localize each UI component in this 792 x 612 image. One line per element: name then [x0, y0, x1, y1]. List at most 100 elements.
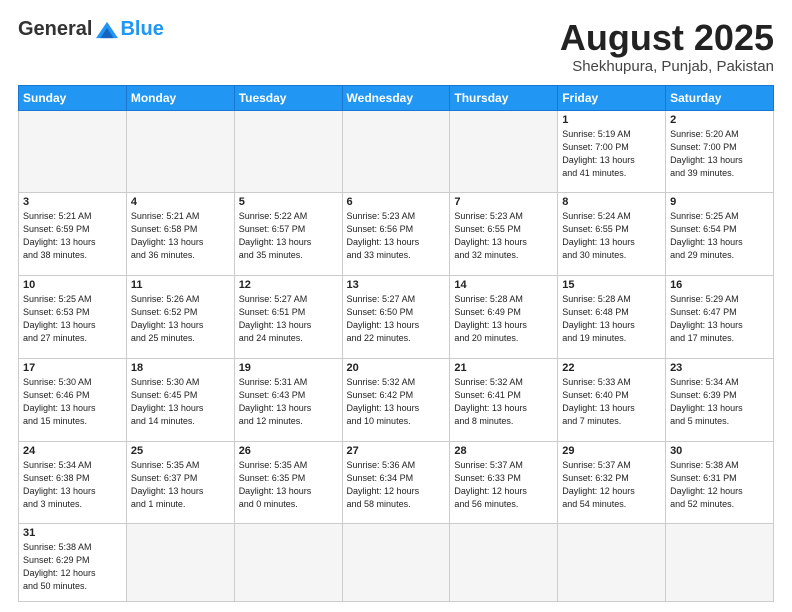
day-info: Sunrise: 5:28 AM Sunset: 6:49 PM Dayligh…: [454, 293, 553, 345]
logo: General Blue: [18, 18, 164, 41]
calendar-cell: 28 Sunrise: 5:37 AM Sunset: 6:33 PM Dayli…: [450, 441, 558, 524]
day-number: 25: [131, 445, 230, 457]
day-number: 27: [347, 445, 446, 457]
day-number: 29: [562, 445, 661, 457]
day-number: 1: [562, 114, 661, 126]
calendar-cell: 16Sunrise: 5:29 AM Sunset: 6:47 PM Dayli…: [666, 276, 774, 359]
calendar-cell: 14 Sunrise: 5:28 AM Sunset: 6:49 PM Dayli…: [450, 276, 558, 359]
day-info: Sunrise: 5:36 AM Sunset: 6:34 PM Dayligh…: [347, 459, 446, 511]
logo-blue: Blue: [120, 18, 163, 41]
day-number: 30: [670, 445, 769, 457]
calendar-cell: [450, 110, 558, 193]
calendar-cell: 22 Sunrise: 5:33 AM Sunset: 6:40 PM Dayli…: [558, 358, 666, 441]
day-number: 15: [562, 279, 661, 291]
day-info: Sunrise: 5:32 AM Sunset: 6:41 PM Dayligh…: [454, 376, 553, 428]
calendar-cell: 4 Sunrise: 5:21 AM Sunset: 6:58 PM Daylig…: [126, 193, 234, 276]
day-info: Sunrise: 5:37 AM Sunset: 6:32 PM Dayligh…: [562, 459, 661, 511]
calendar-weekday-thursday: Thursday: [450, 85, 558, 110]
calendar-cell: 24Sunrise: 5:34 AM Sunset: 6:38 PM Dayli…: [19, 441, 127, 524]
calendar-weekday-sunday: Sunday: [19, 85, 127, 110]
day-number: 11: [131, 279, 230, 291]
calendar-cell: 15 Sunrise: 5:28 AM Sunset: 6:48 PM Dayli…: [558, 276, 666, 359]
calendar-cell: [342, 110, 450, 193]
day-number: 22: [562, 362, 661, 374]
day-number: 20: [347, 362, 446, 374]
day-number: 24: [23, 445, 122, 457]
page: General Blue August 2025 Shekhupura, Pun…: [0, 0, 792, 612]
calendar-cell: 19 Sunrise: 5:31 AM Sunset: 6:43 PM Dayli…: [234, 358, 342, 441]
calendar-cell: [450, 524, 558, 602]
calendar-cell: [19, 110, 127, 193]
day-number: 21: [454, 362, 553, 374]
calendar-cell: [342, 524, 450, 602]
calendar-cell: 3Sunrise: 5:21 AM Sunset: 6:59 PM Daylig…: [19, 193, 127, 276]
day-number: 14: [454, 279, 553, 291]
logo-general: General: [18, 18, 92, 41]
calendar-week-row: 10 Sunrise: 5:25 AM Sunset: 6:53 PM Dayli…: [19, 276, 774, 359]
day-info: Sunrise: 5:37 AM Sunset: 6:33 PM Dayligh…: [454, 459, 553, 511]
day-info: Sunrise: 5:25 AM Sunset: 6:53 PM Dayligh…: [23, 293, 122, 345]
day-info: Sunrise: 5:27 AM Sunset: 6:50 PM Dayligh…: [347, 293, 446, 345]
day-info: Sunrise: 5:33 AM Sunset: 6:40 PM Dayligh…: [562, 376, 661, 428]
day-number: 19: [239, 362, 338, 374]
calendar-cell: 30Sunrise: 5:38 AM Sunset: 6:31 PM Dayli…: [666, 441, 774, 524]
location: Shekhupura, Punjab, Pakistan: [560, 58, 774, 75]
day-number: 10: [23, 279, 122, 291]
day-number: 26: [239, 445, 338, 457]
day-number: 31: [23, 527, 122, 539]
day-info: Sunrise: 5:28 AM Sunset: 6:48 PM Dayligh…: [562, 293, 661, 345]
header: General Blue August 2025 Shekhupura, Pun…: [18, 18, 774, 75]
calendar-weekday-friday: Friday: [558, 85, 666, 110]
calendar-cell: 18Sunrise: 5:30 AM Sunset: 6:45 PM Dayli…: [126, 358, 234, 441]
day-number: 28: [454, 445, 553, 457]
calendar-header-row: SundayMondayTuesdayWednesdayThursdayFrid…: [19, 85, 774, 110]
calendar-cell: 9Sunrise: 5:25 AM Sunset: 6:54 PM Daylig…: [666, 193, 774, 276]
calendar-weekday-tuesday: Tuesday: [234, 85, 342, 110]
calendar-week-row: 24Sunrise: 5:34 AM Sunset: 6:38 PM Dayli…: [19, 441, 774, 524]
calendar-weekday-monday: Monday: [126, 85, 234, 110]
day-info: Sunrise: 5:21 AM Sunset: 6:58 PM Dayligh…: [131, 210, 230, 262]
calendar-cell: 21 Sunrise: 5:32 AM Sunset: 6:41 PM Dayli…: [450, 358, 558, 441]
calendar-cell: 8Sunrise: 5:24 AM Sunset: 6:55 PM Daylig…: [558, 193, 666, 276]
day-number: 17: [23, 362, 122, 374]
day-number: 4: [131, 196, 230, 208]
day-info: Sunrise: 5:23 AM Sunset: 6:56 PM Dayligh…: [347, 210, 446, 262]
day-info: Sunrise: 5:35 AM Sunset: 6:37 PM Dayligh…: [131, 459, 230, 511]
calendar-cell: 25 Sunrise: 5:35 AM Sunset: 6:37 PM Dayli…: [126, 441, 234, 524]
day-info: Sunrise: 5:25 AM Sunset: 6:54 PM Dayligh…: [670, 210, 769, 262]
calendar-week-row: 1Sunrise: 5:19 AM Sunset: 7:00 PM Daylig…: [19, 110, 774, 193]
day-info: Sunrise: 5:24 AM Sunset: 6:55 PM Dayligh…: [562, 210, 661, 262]
calendar-cell: 17 Sunrise: 5:30 AM Sunset: 6:46 PM Dayli…: [19, 358, 127, 441]
title-area: August 2025 Shekhupura, Punjab, Pakistan: [560, 18, 774, 75]
calendar-table: SundayMondayTuesdayWednesdayThursdayFrid…: [18, 85, 774, 602]
day-number: 12: [239, 279, 338, 291]
calendar-week-row: 17 Sunrise: 5:30 AM Sunset: 6:46 PM Dayli…: [19, 358, 774, 441]
day-info: Sunrise: 5:29 AM Sunset: 6:47 PM Dayligh…: [670, 293, 769, 345]
day-info: Sunrise: 5:20 AM Sunset: 7:00 PM Dayligh…: [670, 128, 769, 180]
calendar-weekday-saturday: Saturday: [666, 85, 774, 110]
day-number: 18: [131, 362, 230, 374]
calendar-cell: [234, 524, 342, 602]
day-info: Sunrise: 5:38 AM Sunset: 6:29 PM Dayligh…: [23, 541, 122, 593]
calendar-cell: [666, 524, 774, 602]
calendar-cell: [126, 110, 234, 193]
day-info: Sunrise: 5:21 AM Sunset: 6:59 PM Dayligh…: [23, 210, 122, 262]
calendar-cell: 11 Sunrise: 5:26 AM Sunset: 6:52 PM Dayli…: [126, 276, 234, 359]
day-number: 2: [670, 114, 769, 126]
day-number: 13: [347, 279, 446, 291]
calendar-cell: 6Sunrise: 5:23 AM Sunset: 6:56 PM Daylig…: [342, 193, 450, 276]
day-number: 5: [239, 196, 338, 208]
calendar-cell: [234, 110, 342, 193]
calendar-cell: 27 Sunrise: 5:36 AM Sunset: 6:34 PM Dayli…: [342, 441, 450, 524]
day-number: 7: [454, 196, 553, 208]
calendar-cell: 2 Sunrise: 5:20 AM Sunset: 7:00 PM Daylig…: [666, 110, 774, 193]
day-info: Sunrise: 5:23 AM Sunset: 6:55 PM Dayligh…: [454, 210, 553, 262]
calendar-cell: [126, 524, 234, 602]
day-info: Sunrise: 5:26 AM Sunset: 6:52 PM Dayligh…: [131, 293, 230, 345]
calendar-cell: [558, 524, 666, 602]
day-info: Sunrise: 5:30 AM Sunset: 6:46 PM Dayligh…: [23, 376, 122, 428]
calendar-week-row: 3Sunrise: 5:21 AM Sunset: 6:59 PM Daylig…: [19, 193, 774, 276]
calendar-cell: 1Sunrise: 5:19 AM Sunset: 7:00 PM Daylig…: [558, 110, 666, 193]
calendar-cell: 29 Sunrise: 5:37 AM Sunset: 6:32 PM Dayli…: [558, 441, 666, 524]
day-info: Sunrise: 5:31 AM Sunset: 6:43 PM Dayligh…: [239, 376, 338, 428]
